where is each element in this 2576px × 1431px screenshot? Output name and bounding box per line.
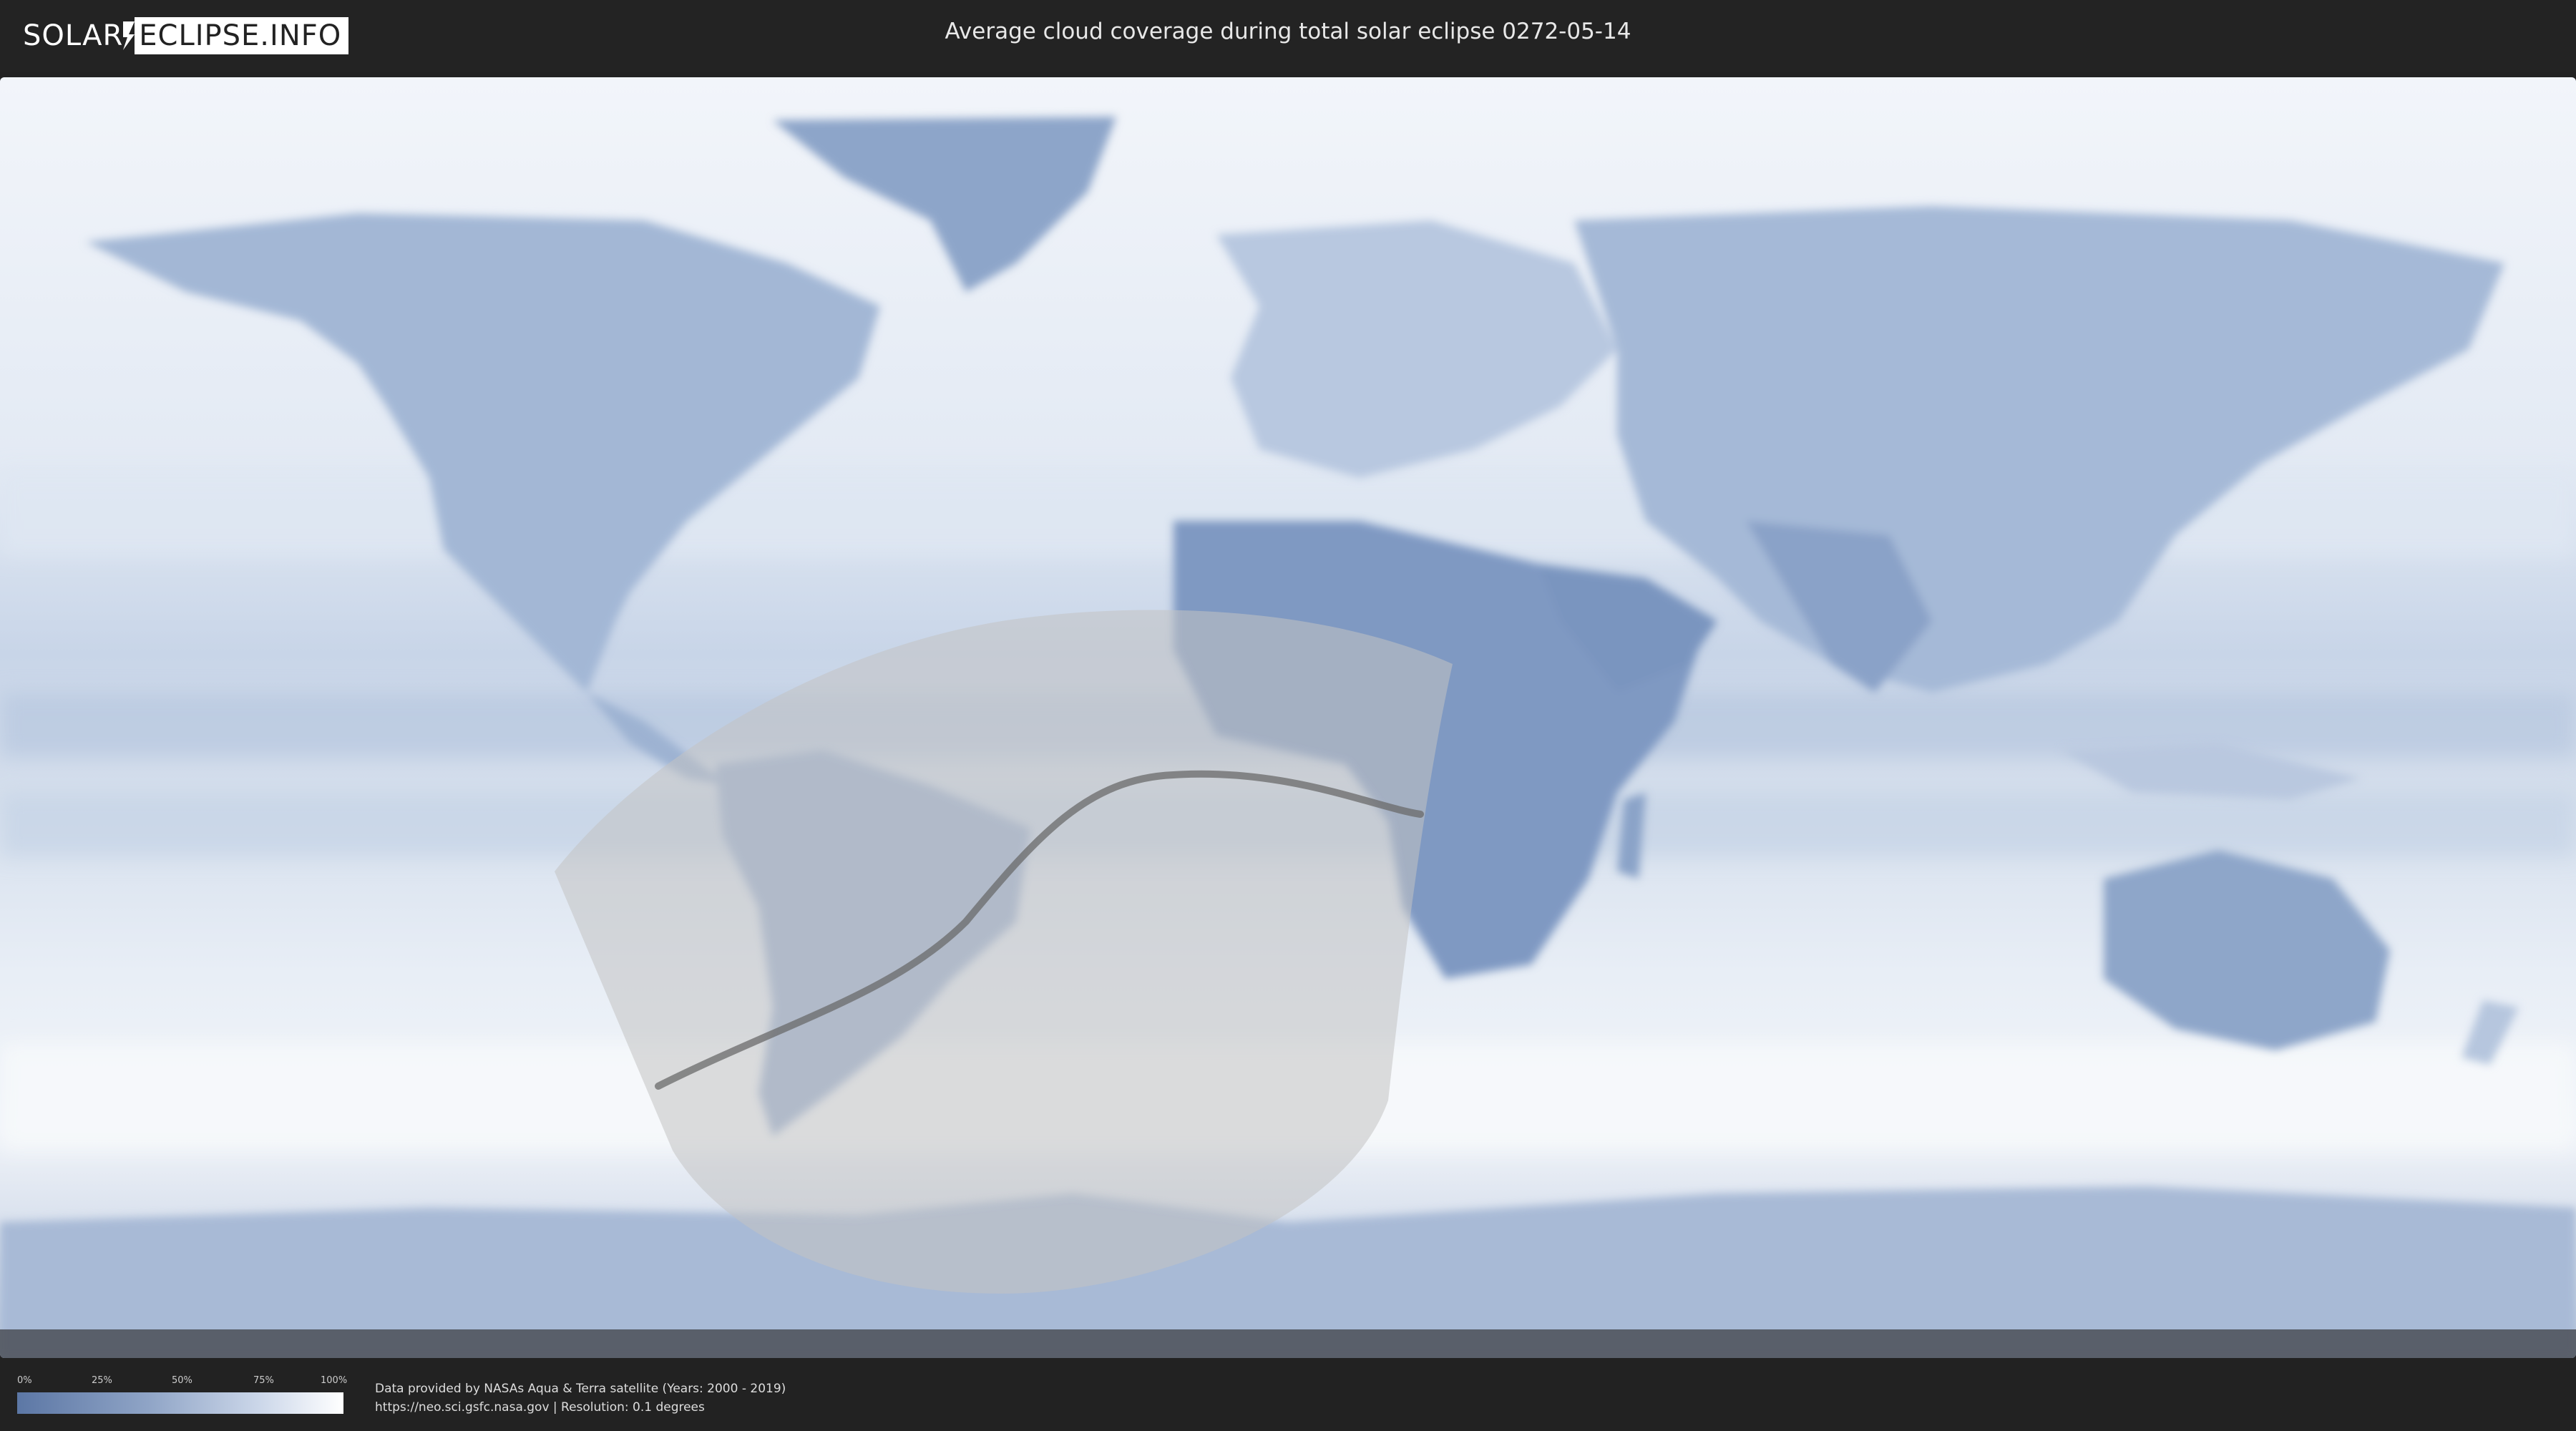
credits-line-1: Data provided by NASAs Aqua & Terra sate…	[375, 1382, 786, 1396]
legend-tick: 25%	[92, 1375, 112, 1386]
map-title: Average cloud coverage during total sola…	[945, 19, 1631, 44]
top-bar: SOLAR ECLIPSE.INFO Average cloud coverag…	[0, 0, 2576, 72]
legend-tick: 100%	[321, 1375, 348, 1386]
legend-tick: 75%	[253, 1375, 274, 1386]
legend-tick: 50%	[172, 1375, 192, 1386]
legend-tick: 0%	[17, 1375, 32, 1386]
legend-gradient-bar	[17, 1392, 343, 1414]
cloud-coverage-legend: 0% 25% 50% 75% 100%	[17, 1375, 347, 1414]
cloud-coverage-map[interactable]	[0, 77, 2576, 1358]
data-credits: Data provided by NASAs Aqua & Terra sate…	[375, 1379, 786, 1417]
map-bottom-edge	[0, 1329, 2576, 1358]
credits-line-2: https://neo.sci.gsfc.nasa.gov | Resoluti…	[375, 1400, 705, 1415]
legend-ticks: 0% 25% 50% 75% 100%	[17, 1375, 347, 1390]
